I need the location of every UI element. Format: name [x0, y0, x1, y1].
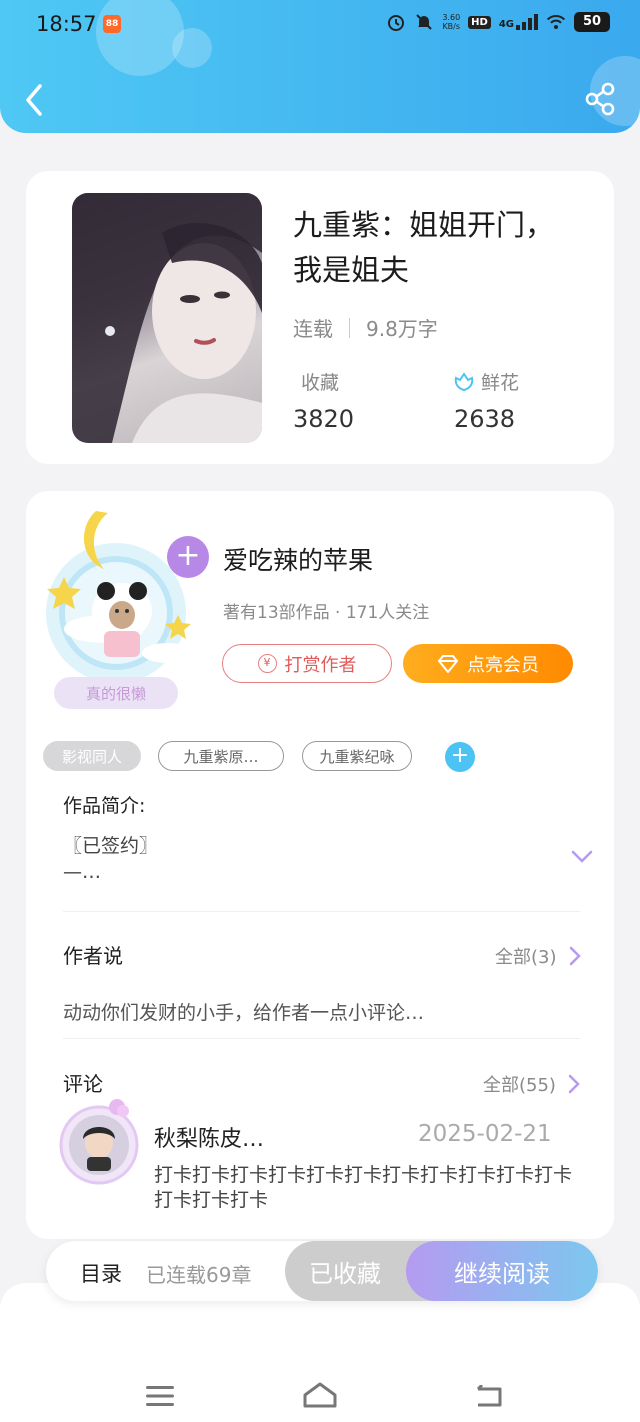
chevron-right-icon: [568, 1074, 580, 1094]
chevron-left-icon: [26, 84, 42, 116]
battery-icon: 50: [574, 12, 610, 32]
comment-text: 打卡打卡打卡打卡打卡打卡打卡打卡打卡打卡打卡打卡打卡打卡: [154, 1164, 573, 1211]
tag-item[interactable]: 九重紫原…: [158, 741, 284, 771]
intro-text: 〖已签约〗 —…: [63, 835, 159, 883]
author-says-title: 作者说: [63, 944, 123, 968]
tag-genre[interactable]: 影视同人: [43, 741, 141, 771]
menu-icon[interactable]: [146, 1385, 174, 1407]
author-meta: 著有13部作品 · 171人关注: [223, 603, 430, 623]
status-icons: 3.60 KB/s HD 4G 50: [386, 12, 610, 32]
home-icon[interactable]: [302, 1381, 338, 1409]
toc-button[interactable]: 目录: [80, 1258, 122, 1288]
section-divider: [63, 1038, 580, 1039]
reward-author-button[interactable]: ¥ 打赏作者: [222, 644, 392, 683]
vip-button[interactable]: 点亮会员: [403, 644, 573, 683]
signal-icon: 4G: [499, 14, 538, 30]
book-info-card: 九重紫：姐姐开门，我是姐夫 连载 9.8万字 收藏 3820 鲜花 2638: [26, 171, 614, 464]
flower-icon: [454, 371, 474, 391]
favorites-label: 收藏: [301, 372, 340, 394]
yen-coin-icon: ¥: [257, 654, 277, 673]
intro-title: 作品简介:: [63, 795, 146, 817]
net-speed: 3.60 KB/s: [442, 13, 461, 31]
flowers-label[interactable]: 鲜花: [453, 368, 519, 395]
app-notification-icon: 88: [103, 15, 121, 33]
status-time: 18:57: [36, 12, 97, 36]
share-button[interactable]: [584, 82, 616, 116]
favorites-count: 3820: [293, 405, 355, 433]
author-says-text: 动动你们发财的小手，给作者一点小评论…: [63, 1002, 425, 1024]
book-meta: 连载 9.8万字: [293, 313, 438, 342]
follow-plus-button[interactable]: +: [167, 536, 209, 578]
hd-icon: HD: [468, 15, 491, 29]
alarm-icon: [386, 12, 406, 32]
back-nav-icon[interactable]: [474, 1385, 504, 1409]
expand-intro-button[interactable]: [570, 849, 594, 865]
comments-more-link[interactable]: 全部(55): [483, 1071, 580, 1097]
avatar-caption: 真的很懒: [86, 685, 146, 703]
author-avatar[interactable]: 真的很懒 +: [34, 503, 209, 715]
add-tag-button[interactable]: +: [445, 742, 475, 772]
meta-divider: [349, 317, 350, 338]
book-cover-image[interactable]: [72, 193, 262, 443]
continue-reading-button[interactable]: 继续阅读: [406, 1241, 598, 1301]
mute-bell-icon: [414, 12, 434, 32]
chevron-down-icon: [571, 850, 593, 863]
word-count: 9.8万字: [366, 317, 438, 341]
diamond-icon: [438, 654, 458, 673]
back-button[interactable]: [20, 80, 50, 120]
system-nav-bar: [0, 1283, 640, 1422]
top-header: 18:57 88 3.60 KB/s HD 4G 50: [0, 0, 640, 133]
book-title: 九重紫：姐姐开门，我是姐夫: [293, 208, 555, 287]
comment-date: 2025-02-21: [418, 1121, 552, 1147]
chevron-right-icon: [569, 946, 581, 966]
section-divider: [63, 911, 580, 912]
author-name[interactable]: 爱吃辣的苹果: [223, 541, 373, 577]
bottom-action-bar: 目录 已连载69章 已收藏 继续阅读: [46, 1241, 598, 1301]
serial-status: 连载: [293, 317, 333, 341]
author-says-more-link[interactable]: 全部(3): [495, 943, 581, 969]
flowers-count: 2638: [454, 405, 516, 433]
chapter-count: 已连载69章: [146, 1263, 252, 1287]
author-detail-card: 真的很懒 + 爱吃辣的苹果 著有13部作品 · 171人关注 ¥ 打赏作者 点亮…: [26, 491, 614, 1239]
comment-username[interactable]: 秋梨陈皮…: [154, 1121, 264, 1153]
commenter-avatar[interactable]: [59, 1093, 139, 1189]
wifi-icon: [546, 12, 566, 32]
status-bar: 18:57 88 3.60 KB/s HD 4G 50: [0, 0, 640, 50]
tag-item[interactable]: 九重紫纪咏: [302, 741, 412, 771]
share-icon: [585, 82, 615, 116]
